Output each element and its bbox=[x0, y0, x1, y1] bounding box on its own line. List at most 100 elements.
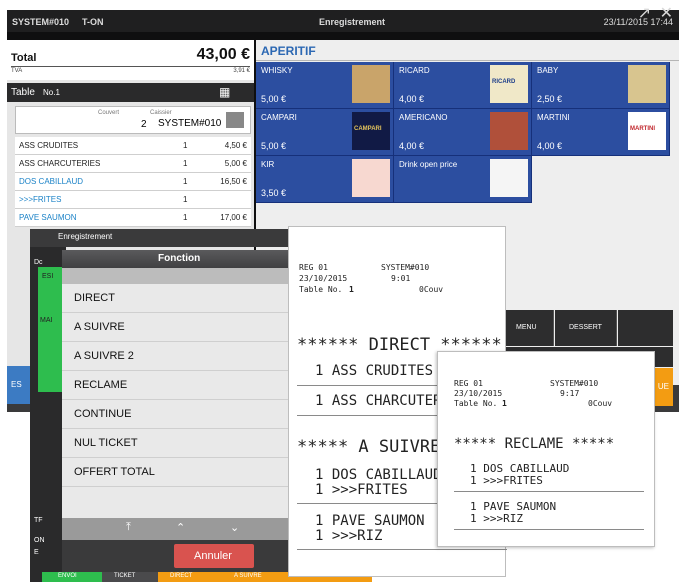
function-item-label: A SUIVRE bbox=[74, 321, 125, 333]
product-name: WHISKY bbox=[261, 66, 293, 75]
product-image: RICARD bbox=[490, 65, 528, 103]
title-bar: SYSTEM#010 T-ON Enregistrement 23/11/201… bbox=[7, 10, 679, 32]
function-item-label: RECLAME bbox=[74, 379, 128, 391]
product-price: 3,50 € bbox=[261, 188, 287, 198]
receipt-date: 23/10/2015 bbox=[299, 274, 348, 283]
order-line-price: 16,50 € bbox=[220, 177, 247, 186]
dessert-button[interactable]: DESSERT bbox=[555, 310, 617, 346]
function-item[interactable]: OFFERT TOTAL bbox=[62, 458, 296, 487]
order-line[interactable]: ASS CRUDITES 1 4,50 € bbox=[15, 137, 251, 155]
order-line-qty: 1 bbox=[183, 213, 188, 222]
product-price: 5,00 € bbox=[261, 141, 287, 151]
receipt-line: 1 >>>FRITES bbox=[315, 482, 408, 498]
function-item[interactable]: A SUIVRE 2 bbox=[62, 342, 296, 371]
product-tile[interactable]: WHISKY 5,00 € bbox=[256, 62, 394, 109]
order-line[interactable]: PAVE SAUMON 1 17,00 € bbox=[15, 209, 251, 227]
order-line-name: ASS CRUDITES bbox=[19, 141, 79, 150]
function-dialog: Fonction DIRECT A SUIVRE A SUIVRE 2 RECLAME… bbox=[62, 250, 296, 580]
function-item[interactable]: DIRECT bbox=[62, 284, 296, 313]
receipt-couv: 0Couv bbox=[419, 285, 444, 294]
receipt-reclame: REG 01 SYSTEM#010 23/10/2015 9:17 Table … bbox=[437, 351, 655, 547]
table-label: Table bbox=[11, 87, 35, 98]
product-image: MARTINI bbox=[628, 112, 666, 150]
receipt-table-no: 1 bbox=[502, 399, 507, 408]
product-image bbox=[490, 112, 528, 150]
product-tile[interactable]: KIR 3,50 € bbox=[256, 156, 394, 203]
empty-button[interactable] bbox=[618, 310, 673, 346]
receipt-line: 1 >>>RIZ bbox=[315, 528, 383, 544]
product-tile[interactable]: MARTINI 4,00 € MARTINI bbox=[532, 109, 670, 156]
product-price: 5,00 € bbox=[261, 94, 287, 104]
order-line-name: >>>FRITES bbox=[19, 195, 62, 204]
receipt-table-label: Table No. bbox=[454, 399, 498, 408]
function-item-label: DIRECT bbox=[74, 292, 115, 304]
receipt-line: 1 DOS CABILLAUD bbox=[315, 467, 442, 483]
product-price: 4,00 € bbox=[399, 141, 425, 151]
product-image bbox=[352, 65, 390, 103]
dialog-window-bar: Enregistrement bbox=[30, 229, 300, 247]
scroll-bar: ⤒ ⌃ ⌄ bbox=[62, 518, 296, 540]
function-item-label: NUL TICKET bbox=[74, 437, 138, 449]
receipt-section-reclame: ***** RECLAME ***** bbox=[454, 436, 615, 452]
order-line-price: 5,00 € bbox=[224, 159, 247, 168]
product-name: BABY bbox=[537, 66, 559, 75]
receipt-time: 9:17 bbox=[560, 389, 580, 398]
order-line-qty: 1 bbox=[183, 159, 188, 168]
product-tile[interactable]: RICARD 4,00 € RICARD bbox=[394, 62, 532, 109]
function-item[interactable]: NUL TICKET bbox=[62, 429, 296, 458]
calculator-icon[interactable]: ▦ bbox=[219, 85, 230, 99]
function-item-label: CONTINUE bbox=[74, 408, 132, 420]
scroll-down-icon[interactable]: ⌄ bbox=[230, 521, 239, 534]
tva-label: TVA bbox=[11, 68, 23, 74]
function-item[interactable]: RECLAME bbox=[62, 371, 296, 400]
receipt-system: SYSTEM#010 bbox=[381, 263, 430, 272]
system-id: SYSTEM#010 bbox=[12, 17, 70, 27]
external-link-icon[interactable]: ↗ bbox=[638, 5, 651, 22]
couvert-box: Couvert 2 Caissier SYSTEM#010 bbox=[15, 106, 251, 134]
order-line-qty: 1 bbox=[183, 177, 188, 186]
tva-value: 3,91 € bbox=[233, 68, 250, 74]
receipt-couv: 0Couv bbox=[588, 399, 613, 408]
total-label: Total bbox=[11, 52, 37, 64]
tab-direct[interactable]: DIRECT bbox=[158, 572, 228, 582]
scroll-top-icon[interactable]: ⤒ bbox=[126, 521, 131, 534]
function-item[interactable]: CONTINUE bbox=[62, 400, 296, 429]
dialog-title: Fonction bbox=[158, 253, 201, 264]
product-name: MARTINI bbox=[537, 113, 570, 122]
order-line[interactable]: ASS CHARCUTERIES 1 5,00 € bbox=[15, 155, 251, 173]
cashier-avatar bbox=[226, 112, 244, 128]
tab-envoi[interactable]: ENVOI bbox=[42, 572, 102, 582]
order-line-price: 17,00 € bbox=[220, 213, 247, 222]
scroll-up-icon[interactable]: ⌃ bbox=[176, 521, 185, 534]
close-icon[interactable]: ✕ bbox=[660, 5, 673, 22]
table-number: No.1 bbox=[43, 88, 60, 97]
receipt-date: 23/10/2015 bbox=[454, 389, 503, 398]
couvert-value[interactable]: 2 bbox=[141, 119, 147, 130]
cancel-button[interactable]: Annuler bbox=[174, 544, 254, 568]
receipt-table-label: Table No. bbox=[299, 285, 343, 294]
table-header[interactable]: Table No.1 ▦ bbox=[7, 83, 254, 102]
campari-logo: CAMPARI bbox=[354, 126, 382, 132]
order-line-name: ASS CHARCUTERIES bbox=[19, 159, 101, 168]
product-tile[interactable]: CAMPARI 5,00 € CAMPARI bbox=[256, 109, 394, 156]
product-name: RICARD bbox=[399, 66, 430, 75]
category-title: APERITIF bbox=[261, 44, 316, 58]
function-item-label: A SUIVRE 2 bbox=[74, 350, 134, 362]
couvert-label: Couvert bbox=[98, 110, 120, 116]
menu-button[interactable]: MENU bbox=[504, 310, 554, 346]
receipt-line: 1 >>>FRITES bbox=[470, 474, 543, 487]
product-image: CAMPARI bbox=[352, 112, 390, 150]
order-line-name: DOS CABILLAUD bbox=[19, 177, 84, 186]
product-tile[interactable]: BABY 2,50 € bbox=[532, 62, 670, 109]
function-item-label: OFFERT TOTAL bbox=[74, 466, 155, 478]
order-line[interactable]: >>>FRITES 1 bbox=[15, 191, 251, 209]
product-tile[interactable]: AMERICANO 4,00 € bbox=[394, 109, 532, 156]
product-price: 2,50 € bbox=[537, 94, 563, 104]
receipt-line: 1 PAVE SAUMON bbox=[315, 513, 425, 529]
function-item[interactable]: A SUIVRE bbox=[62, 313, 296, 342]
product-tile[interactable]: Drink open price bbox=[394, 156, 532, 203]
ricard-logo: RICARD bbox=[492, 79, 516, 85]
tab-ticket[interactable]: TICKET bbox=[102, 572, 158, 582]
product-image bbox=[628, 65, 666, 103]
order-line[interactable]: DOS CABILLAUD 1 16,50 € bbox=[15, 173, 251, 191]
